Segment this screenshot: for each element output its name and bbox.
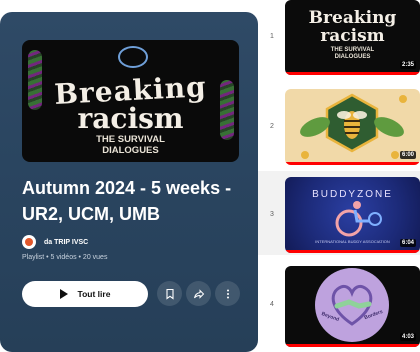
more-options-button[interactable] bbox=[215, 281, 240, 306]
save-playlist-button[interactable] bbox=[157, 281, 182, 306]
watch-progress-bar bbox=[285, 162, 420, 165]
play-all-label: Tout lire bbox=[77, 289, 111, 299]
cover-subtitle-line2: DIALOGUES bbox=[102, 145, 159, 156]
cover-subtitle-line1: THE SURVIVAL bbox=[96, 134, 165, 145]
playlist-video-row[interactable]: 2 6:00 bbox=[258, 84, 420, 168]
playlist-video-row[interactable]: 4 Beyond Borders 4:03 bbox=[258, 262, 420, 347]
playlist-meta: Playlist • 5 vidéos • 20 vues bbox=[22, 254, 108, 261]
playlist-header-panel: Breaking racism THE SURVIVAL DIALOGUES A… bbox=[0, 12, 258, 352]
heart-hands-icon bbox=[331, 284, 373, 326]
thumb-subtitle-line2: DIALOGUES bbox=[334, 54, 371, 60]
playlist-video-row[interactable]: 1 Breaking racism THE SURVIVAL DIALOGUES… bbox=[258, 0, 420, 84]
duration-badge: 6:04 bbox=[399, 239, 416, 247]
thumb-subtitle: THE SURVIVAL DIALOGUES bbox=[285, 47, 420, 61]
video-thumbnail[interactable]: 6:00 bbox=[285, 89, 420, 165]
thumb-subtitle-line1: THE SURVIVAL bbox=[330, 47, 375, 53]
video-thumbnail[interactable]: BUDDYZONE INTERNATIONAL BUDDY ASSOCIATIO… bbox=[285, 177, 420, 253]
watch-progress-bar bbox=[285, 72, 420, 75]
duration-badge: 4:03 bbox=[399, 333, 416, 341]
share-icon bbox=[193, 288, 204, 299]
play-all-button[interactable]: Tout lire bbox=[22, 281, 148, 307]
video-index: 4 bbox=[270, 301, 274, 308]
thumb-title-line1: Breaking bbox=[308, 8, 397, 28]
logo-circle: Beyond Borders bbox=[315, 268, 389, 342]
more-vertical-icon bbox=[226, 289, 229, 298]
cover-subtitle: THE SURVIVAL DIALOGUES bbox=[22, 134, 239, 156]
video-index: 2 bbox=[270, 123, 274, 130]
play-icon bbox=[59, 289, 68, 299]
video-index: 3 bbox=[270, 211, 274, 218]
thumb-title-line2: racism bbox=[320, 26, 385, 46]
channel-link[interactable]: da TRIP IVSC bbox=[22, 234, 88, 250]
playlist-video-row-current[interactable]: 3 BUDDYZONE INTERNATIONAL BUDDY ASSOCIAT… bbox=[258, 171, 420, 255]
playlist-title: Autumn 2024 - 5 weeks - UR2, UCM, UMB bbox=[22, 178, 232, 224]
channel-avatar bbox=[22, 235, 36, 249]
channel-name: da TRIP IVSC bbox=[44, 238, 89, 246]
watch-progress-bar bbox=[285, 250, 420, 253]
duration-badge: 2:35 bbox=[399, 61, 416, 69]
playlist-cover-thumbnail[interactable]: Breaking racism THE SURVIVAL DIALOGUES bbox=[22, 40, 239, 162]
duration-badge: 6:00 bbox=[399, 151, 416, 159]
bookmark-plus-icon bbox=[165, 288, 174, 300]
emblem-icon bbox=[118, 46, 148, 68]
video-thumbnail[interactable]: Beyond Borders 4:03 bbox=[285, 266, 420, 347]
share-button[interactable] bbox=[186, 281, 211, 306]
video-thumbnail[interactable]: Breaking racism THE SURVIVAL DIALOGUES 2… bbox=[285, 0, 420, 75]
cover-title-line2: racism bbox=[77, 102, 184, 135]
video-index: 1 bbox=[270, 33, 274, 40]
